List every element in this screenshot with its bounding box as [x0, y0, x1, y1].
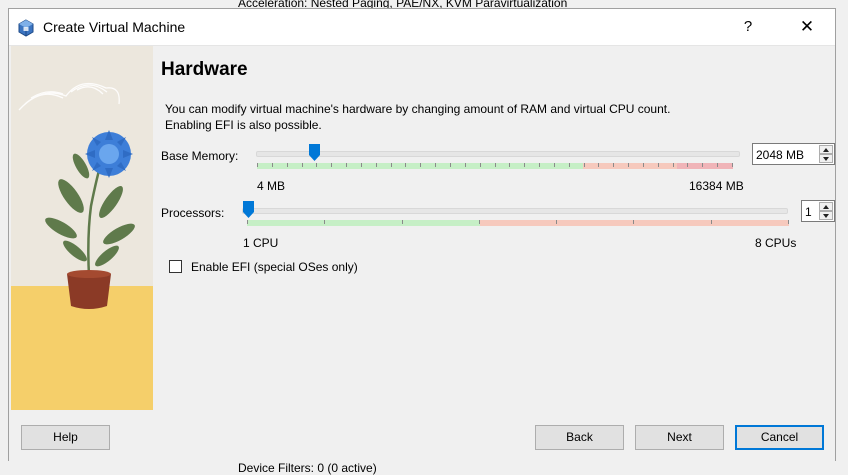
scale-tick: [391, 163, 392, 167]
memory-max-label: 16384 MB: [689, 179, 744, 193]
scale-tick: [539, 163, 540, 167]
help-icon[interactable]: ?: [728, 13, 768, 41]
scale-tick: [569, 163, 570, 167]
processors-increase-icon[interactable]: [819, 202, 833, 211]
base-memory-slider[interactable]: [256, 151, 740, 157]
base-memory-spin-arrows: [819, 145, 833, 163]
processors-warn-range: [480, 220, 789, 226]
base-memory-slider-thumb[interactable]: [308, 144, 320, 161]
description-line-1: You can modify virtual machine's hardwar…: [165, 102, 671, 116]
scale-tick: [598, 163, 599, 167]
processors-max-label: 8 CPUs: [755, 236, 797, 250]
window-title: Create Virtual Machine: [43, 19, 186, 35]
title-bar: Create Virtual Machine ? ✕: [9, 9, 835, 46]
scale-tick: [272, 163, 273, 167]
scale-tick: [628, 163, 629, 167]
scale-tick: [479, 220, 480, 224]
memory-danger-range: [677, 163, 733, 169]
wizard-illustration: [11, 46, 153, 410]
scale-tick: [420, 163, 421, 167]
base-memory-label: Base Memory:: [161, 149, 239, 163]
processors-slider-thumb[interactable]: [243, 201, 254, 218]
scale-tick: [524, 163, 525, 167]
scale-tick: [732, 163, 733, 167]
scale-tick: [402, 220, 403, 224]
processors-spin-arrows: [819, 202, 833, 220]
processors-min-label: 1 CPU: [243, 236, 279, 250]
virtualbox-icon: [18, 19, 34, 37]
scale-tick: [346, 163, 347, 167]
scale-tick: [480, 163, 481, 167]
enable-efi-checkbox[interactable]: [169, 260, 182, 273]
scale-tick: [554, 163, 555, 167]
processors-label: Processors:: [161, 206, 225, 220]
scale-tick: [257, 163, 258, 167]
scale-tick: [711, 220, 712, 224]
create-vm-dialog: Create Virtual Machine ? ✕ Hardware You …: [8, 8, 836, 461]
scale-tick: [788, 220, 789, 224]
scale-tick: [556, 220, 557, 224]
scale-tick: [702, 163, 703, 167]
processors-slider[interactable]: [242, 208, 788, 214]
enable-efi-label[interactable]: Enable EFI (special OSes only): [191, 260, 358, 274]
scale-tick: [509, 163, 510, 167]
base-memory-value[interactable]: 2048 MB: [756, 148, 804, 162]
scale-tick: [584, 163, 585, 167]
scale-tick: [613, 163, 614, 167]
back-button[interactable]: Back: [535, 425, 624, 450]
scale-tick: [643, 163, 644, 167]
scale-tick: [376, 163, 377, 167]
cancel-button[interactable]: Cancel: [735, 425, 824, 450]
scale-tick: [331, 163, 332, 167]
hardware-page: Hardware You can modify virtual machine'…: [161, 46, 837, 410]
memory-increase-icon[interactable]: [819, 145, 833, 154]
next-button[interactable]: Next: [635, 425, 724, 450]
help-button[interactable]: Help: [21, 425, 110, 450]
processors-value[interactable]: 1: [805, 205, 812, 219]
scale-tick: [361, 163, 362, 167]
base-memory-spinbox[interactable]: 2048 MB: [752, 143, 835, 165]
processors-decrease-icon[interactable]: [819, 211, 833, 220]
description-line-2: Enabling EFI is also possible.: [165, 118, 322, 132]
scale-tick: [495, 163, 496, 167]
processors-ok-range: [247, 220, 480, 226]
plant-illustration: [11, 46, 153, 410]
scale-tick: [687, 163, 688, 167]
page-title: Hardware: [161, 59, 248, 80]
scale-tick: [247, 220, 248, 224]
page-description: You can modify virtual machine's hardwar…: [165, 101, 765, 133]
processors-scale: [247, 220, 789, 226]
scale-tick: [717, 163, 718, 167]
background-device-filters-text: Device Filters: 0 (0 active): [238, 461, 377, 475]
base-memory-scale: [257, 163, 737, 169]
scale-tick: [450, 163, 451, 167]
scale-tick: [302, 163, 303, 167]
scale-tick: [405, 163, 406, 167]
scale-tick: [287, 163, 288, 167]
memory-min-label: 4 MB: [257, 179, 286, 193]
scale-tick: [633, 220, 634, 224]
scale-tick: [324, 220, 325, 224]
memory-decrease-icon[interactable]: [819, 154, 833, 163]
processors-spinbox[interactable]: 1: [801, 200, 835, 222]
scale-tick: [465, 163, 466, 167]
scale-tick: [673, 163, 674, 167]
scale-tick: [658, 163, 659, 167]
dialog-footer: Help Back Next Cancel: [9, 410, 835, 461]
close-icon[interactable]: ✕: [787, 13, 827, 41]
scale-tick: [316, 163, 317, 167]
scale-tick: [435, 163, 436, 167]
